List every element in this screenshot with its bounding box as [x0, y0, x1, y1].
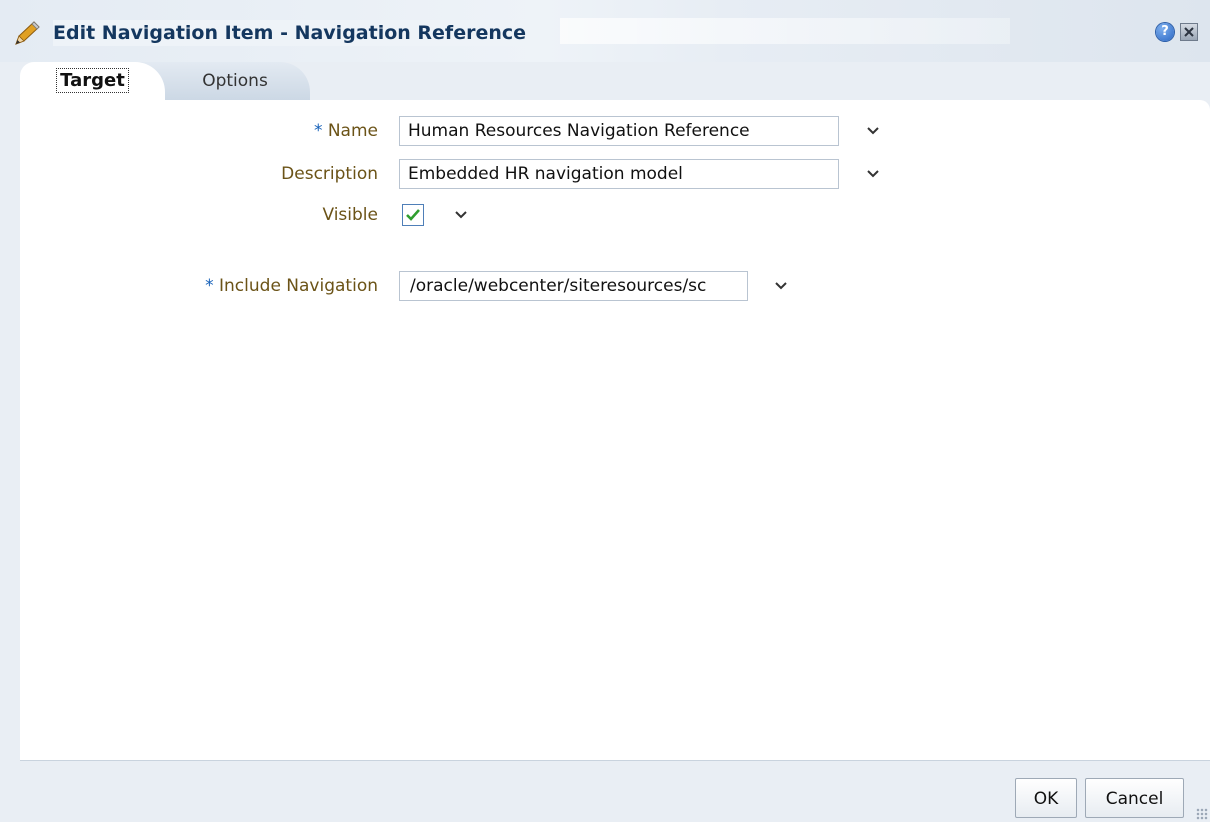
ok-button[interactable]: OK [1015, 778, 1077, 818]
pencil-icon [15, 21, 40, 45]
tab-target-label: Target [56, 68, 129, 93]
name-label-row: * Name [200, 116, 378, 146]
visible-checkbox[interactable] [402, 204, 424, 226]
resize-grip[interactable] [1196, 808, 1208, 820]
include-navigation-field[interactable]: /oracle/webcenter/siteresources/sc [399, 271, 748, 301]
chevron-down-icon[interactable] [866, 169, 880, 179]
name-label: Name [327, 121, 378, 141]
tab-target[interactable]: Target [20, 62, 165, 100]
tab-options[interactable]: Options [140, 62, 310, 100]
chevron-down-icon[interactable] [866, 126, 880, 136]
description-label-row: Description [200, 159, 378, 189]
visible-label-row: Visible [200, 200, 378, 230]
required-marker: * [205, 276, 214, 296]
name-field[interactable]: Human Resources Navigation Reference [399, 116, 839, 146]
close-icon[interactable] [1180, 23, 1198, 41]
include-navigation-label-row: * Include Navigation [160, 271, 378, 301]
description-label: Description [281, 164, 378, 184]
tab-options-label: Options [202, 71, 268, 91]
dialog-title: Edit Navigation Item - Navigation Refere… [53, 20, 533, 46]
help-icon[interactable]: ? [1156, 23, 1174, 41]
include-navigation-label: Include Navigation [219, 276, 378, 296]
chevron-down-icon[interactable] [774, 281, 788, 291]
required-marker: * [313, 121, 323, 141]
target-tab-panel [20, 100, 1210, 761]
checkmark-icon [406, 209, 420, 221]
cancel-button[interactable]: Cancel [1085, 778, 1184, 818]
chevron-down-icon[interactable] [454, 210, 468, 220]
visible-label: Visible [322, 205, 378, 225]
description-field[interactable]: Embedded HR navigation model [399, 159, 839, 189]
edit-navigation-item-dialog: Edit Navigation Item - Navigation Refere… [0, 0, 1210, 822]
